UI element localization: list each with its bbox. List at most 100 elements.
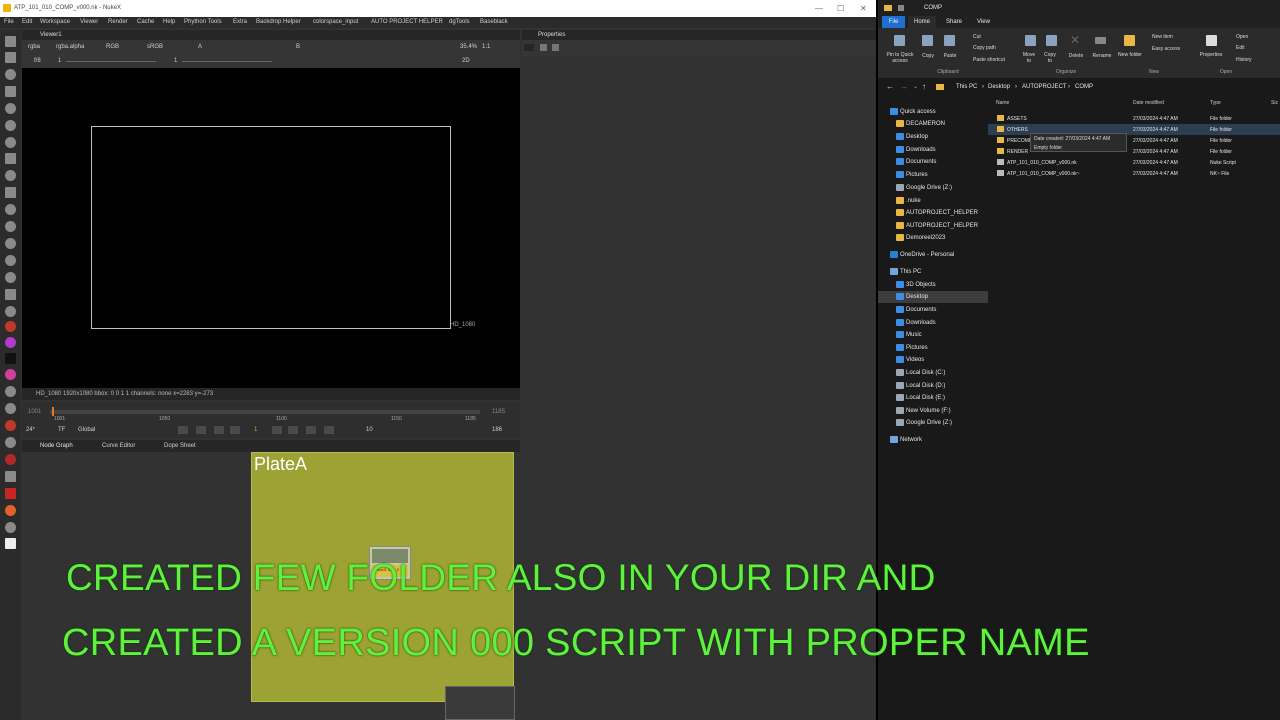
nav-item[interactable]: Documents — [878, 156, 988, 168]
lens-tool-icon[interactable] — [5, 403, 16, 414]
nav-item[interactable]: Pictures — [878, 342, 988, 354]
last-frame-button[interactable] — [324, 426, 334, 434]
menu-cache[interactable]: Cache — [137, 19, 154, 25]
menu-backdrop-helper[interactable]: Backdrop Helper — [256, 19, 301, 25]
3d-tool-icon[interactable] — [5, 187, 16, 198]
alpha-select[interactable]: rgba.alpha — [56, 44, 84, 50]
color-tool-icon[interactable] — [5, 103, 16, 114]
breadcrumb-this-pc[interactable]: This PC — [956, 84, 977, 90]
new-folder-button[interactable]: New folder — [1118, 52, 1142, 58]
nav-item[interactable]: OneDrive - Personal — [878, 249, 988, 261]
menu-workspace[interactable]: Workspace — [40, 19, 70, 25]
timeline-track[interactable] — [50, 410, 480, 414]
ratio-select[interactable]: 1:1 — [482, 44, 490, 50]
filter-tool-icon[interactable] — [5, 120, 16, 131]
menu-auto-project-helper[interactable]: AUTO PROJECT HELPER — [371, 19, 443, 25]
gamma-slider[interactable] — [182, 61, 272, 62]
menu-colorspace-input[interactable]: colorspace_input — [313, 19, 358, 25]
cut-button[interactable]: Cut — [973, 34, 981, 40]
particles-tool-icon[interactable] — [5, 238, 16, 249]
views-tool-icon[interactable] — [5, 204, 16, 215]
timeline-playhead[interactable] — [52, 407, 54, 416]
move-to-button[interactable]: Move to — [1021, 52, 1037, 64]
new-item-button[interactable]: New item — [1152, 34, 1173, 40]
paste-button[interactable]: Paste — [940, 53, 960, 59]
delete-button[interactable]: Delete — [1064, 53, 1088, 59]
nav-item[interactable]: Local Disk (E:) — [878, 392, 988, 404]
red-plugin-icon[interactable] — [5, 420, 16, 431]
a-input-select[interactable]: A — [198, 44, 202, 50]
nav-item[interactable]: Documents — [878, 304, 988, 316]
close-icon[interactable]: ✕ — [860, 4, 867, 13]
menu-edit[interactable]: Edit — [22, 19, 32, 25]
play-forward-button[interactable] — [272, 426, 282, 434]
menu-phython-tools[interactable]: Phython Tools — [184, 19, 222, 25]
nav-item[interactable]: AUTOPROJECT_HELPER — [878, 220, 988, 232]
file-row[interactable]: ATP_101_010_COMP_v000.nk~ 27/03/2024 4:47… — [988, 168, 1280, 179]
copy-to-button[interactable]: Copy to — [1042, 52, 1058, 64]
next-key-button[interactable] — [306, 426, 316, 434]
column-date-modified[interactable]: Date modified — [1133, 100, 1164, 106]
other-tool-icon[interactable] — [5, 289, 16, 300]
zoom-select[interactable]: 35.4% — [460, 44, 477, 50]
nav-item[interactable]: Local Disk (D:) — [878, 380, 988, 392]
channels-select[interactable]: rgba — [28, 44, 40, 50]
fps-select[interactable]: 24* — [26, 427, 35, 433]
menu-help[interactable]: Help — [163, 19, 175, 25]
keyer-tool-icon[interactable] — [5, 137, 16, 148]
time-tool-icon[interactable] — [5, 69, 16, 80]
step-back-button[interactable] — [214, 426, 224, 434]
menu-file[interactable]: File — [4, 19, 14, 25]
range-select[interactable]: Global — [78, 427, 95, 433]
breadcrumb-desktop[interactable]: Desktop — [988, 84, 1010, 90]
rename-button[interactable]: Rename — [1089, 53, 1115, 59]
first-frame-button[interactable] — [178, 426, 188, 434]
furnace-tool-icon[interactable] — [5, 306, 16, 317]
nav-item[interactable]: Google Drive (Z:) — [878, 417, 988, 429]
prev-key-button[interactable] — [196, 426, 206, 434]
timeline-end-field[interactable]: 1185 — [492, 409, 505, 415]
channel-tool-icon[interactable] — [5, 86, 16, 97]
nav-item[interactable]: Quick access — [878, 106, 988, 118]
flame-tool-icon[interactable] — [5, 505, 16, 516]
nav-item[interactable]: New Volume (F:) — [878, 405, 988, 417]
tf-select[interactable]: TF — [58, 427, 65, 433]
nav-item[interactable]: AUTOPROJECT_HELPER — [878, 207, 988, 219]
nav-item[interactable]: Videos — [878, 354, 988, 366]
metadata-tool-icon[interactable] — [5, 221, 16, 232]
view-mode-select[interactable]: 2D — [462, 58, 470, 64]
nav-item[interactable]: .nuke — [878, 195, 988, 207]
image-tool-icon[interactable] — [5, 36, 16, 47]
bb-plugin-icon[interactable] — [5, 538, 16, 549]
nav-item[interactable]: Desktop — [878, 131, 988, 143]
column-name[interactable]: Name — [996, 100, 1009, 106]
easy-access-button[interactable]: Easy access — [1152, 46, 1180, 52]
menu-dgtools[interactable]: dgTools — [449, 19, 470, 25]
magenta-plugin-icon[interactable] — [5, 321, 16, 332]
properties-panel[interactable] — [522, 40, 876, 720]
nav-item[interactable]: DECAMERON — [878, 118, 988, 130]
nav-item[interactable]: Downloads — [878, 144, 988, 156]
file-row[interactable]: ASSETS 27/03/2024 4:47 AM File folder — [988, 113, 1280, 124]
current-frame-field[interactable]: 1 — [254, 427, 257, 433]
open-button[interactable]: Open — [1236, 34, 1248, 40]
ribbon-tab-share[interactable]: Share — [946, 19, 962, 25]
tab-dope-sheet[interactable]: Dope Sheet — [164, 443, 196, 449]
merge-tool-icon[interactable] — [5, 153, 16, 164]
viewer-canvas[interactable]: HD_1080 — [22, 68, 520, 388]
copy-button[interactable]: Copy — [918, 53, 938, 59]
float-panels-icon[interactable] — [552, 44, 559, 51]
forward-arrow-icon[interactable]: → — [900, 82, 908, 91]
rgb-select[interactable]: RGB — [106, 44, 119, 50]
end-frame-field[interactable]: 186 — [492, 427, 502, 433]
nav-item[interactable]: Demoreel2023 — [878, 232, 988, 244]
paste-shortcut-button[interactable]: Paste shortcut — [973, 57, 1005, 63]
ribbon-tab-file[interactable]: File — [882, 16, 905, 28]
maximize-icon[interactable]: ☐ — [837, 4, 844, 13]
gain-slider[interactable] — [66, 61, 156, 62]
step-forward-button[interactable] — [288, 426, 298, 434]
wrench-tool-icon[interactable] — [5, 437, 16, 448]
quick-access-toolbar-icon[interactable] — [898, 5, 904, 11]
max-panels-field[interactable] — [524, 44, 534, 51]
menu-viewer[interactable]: Viewer — [80, 19, 98, 25]
